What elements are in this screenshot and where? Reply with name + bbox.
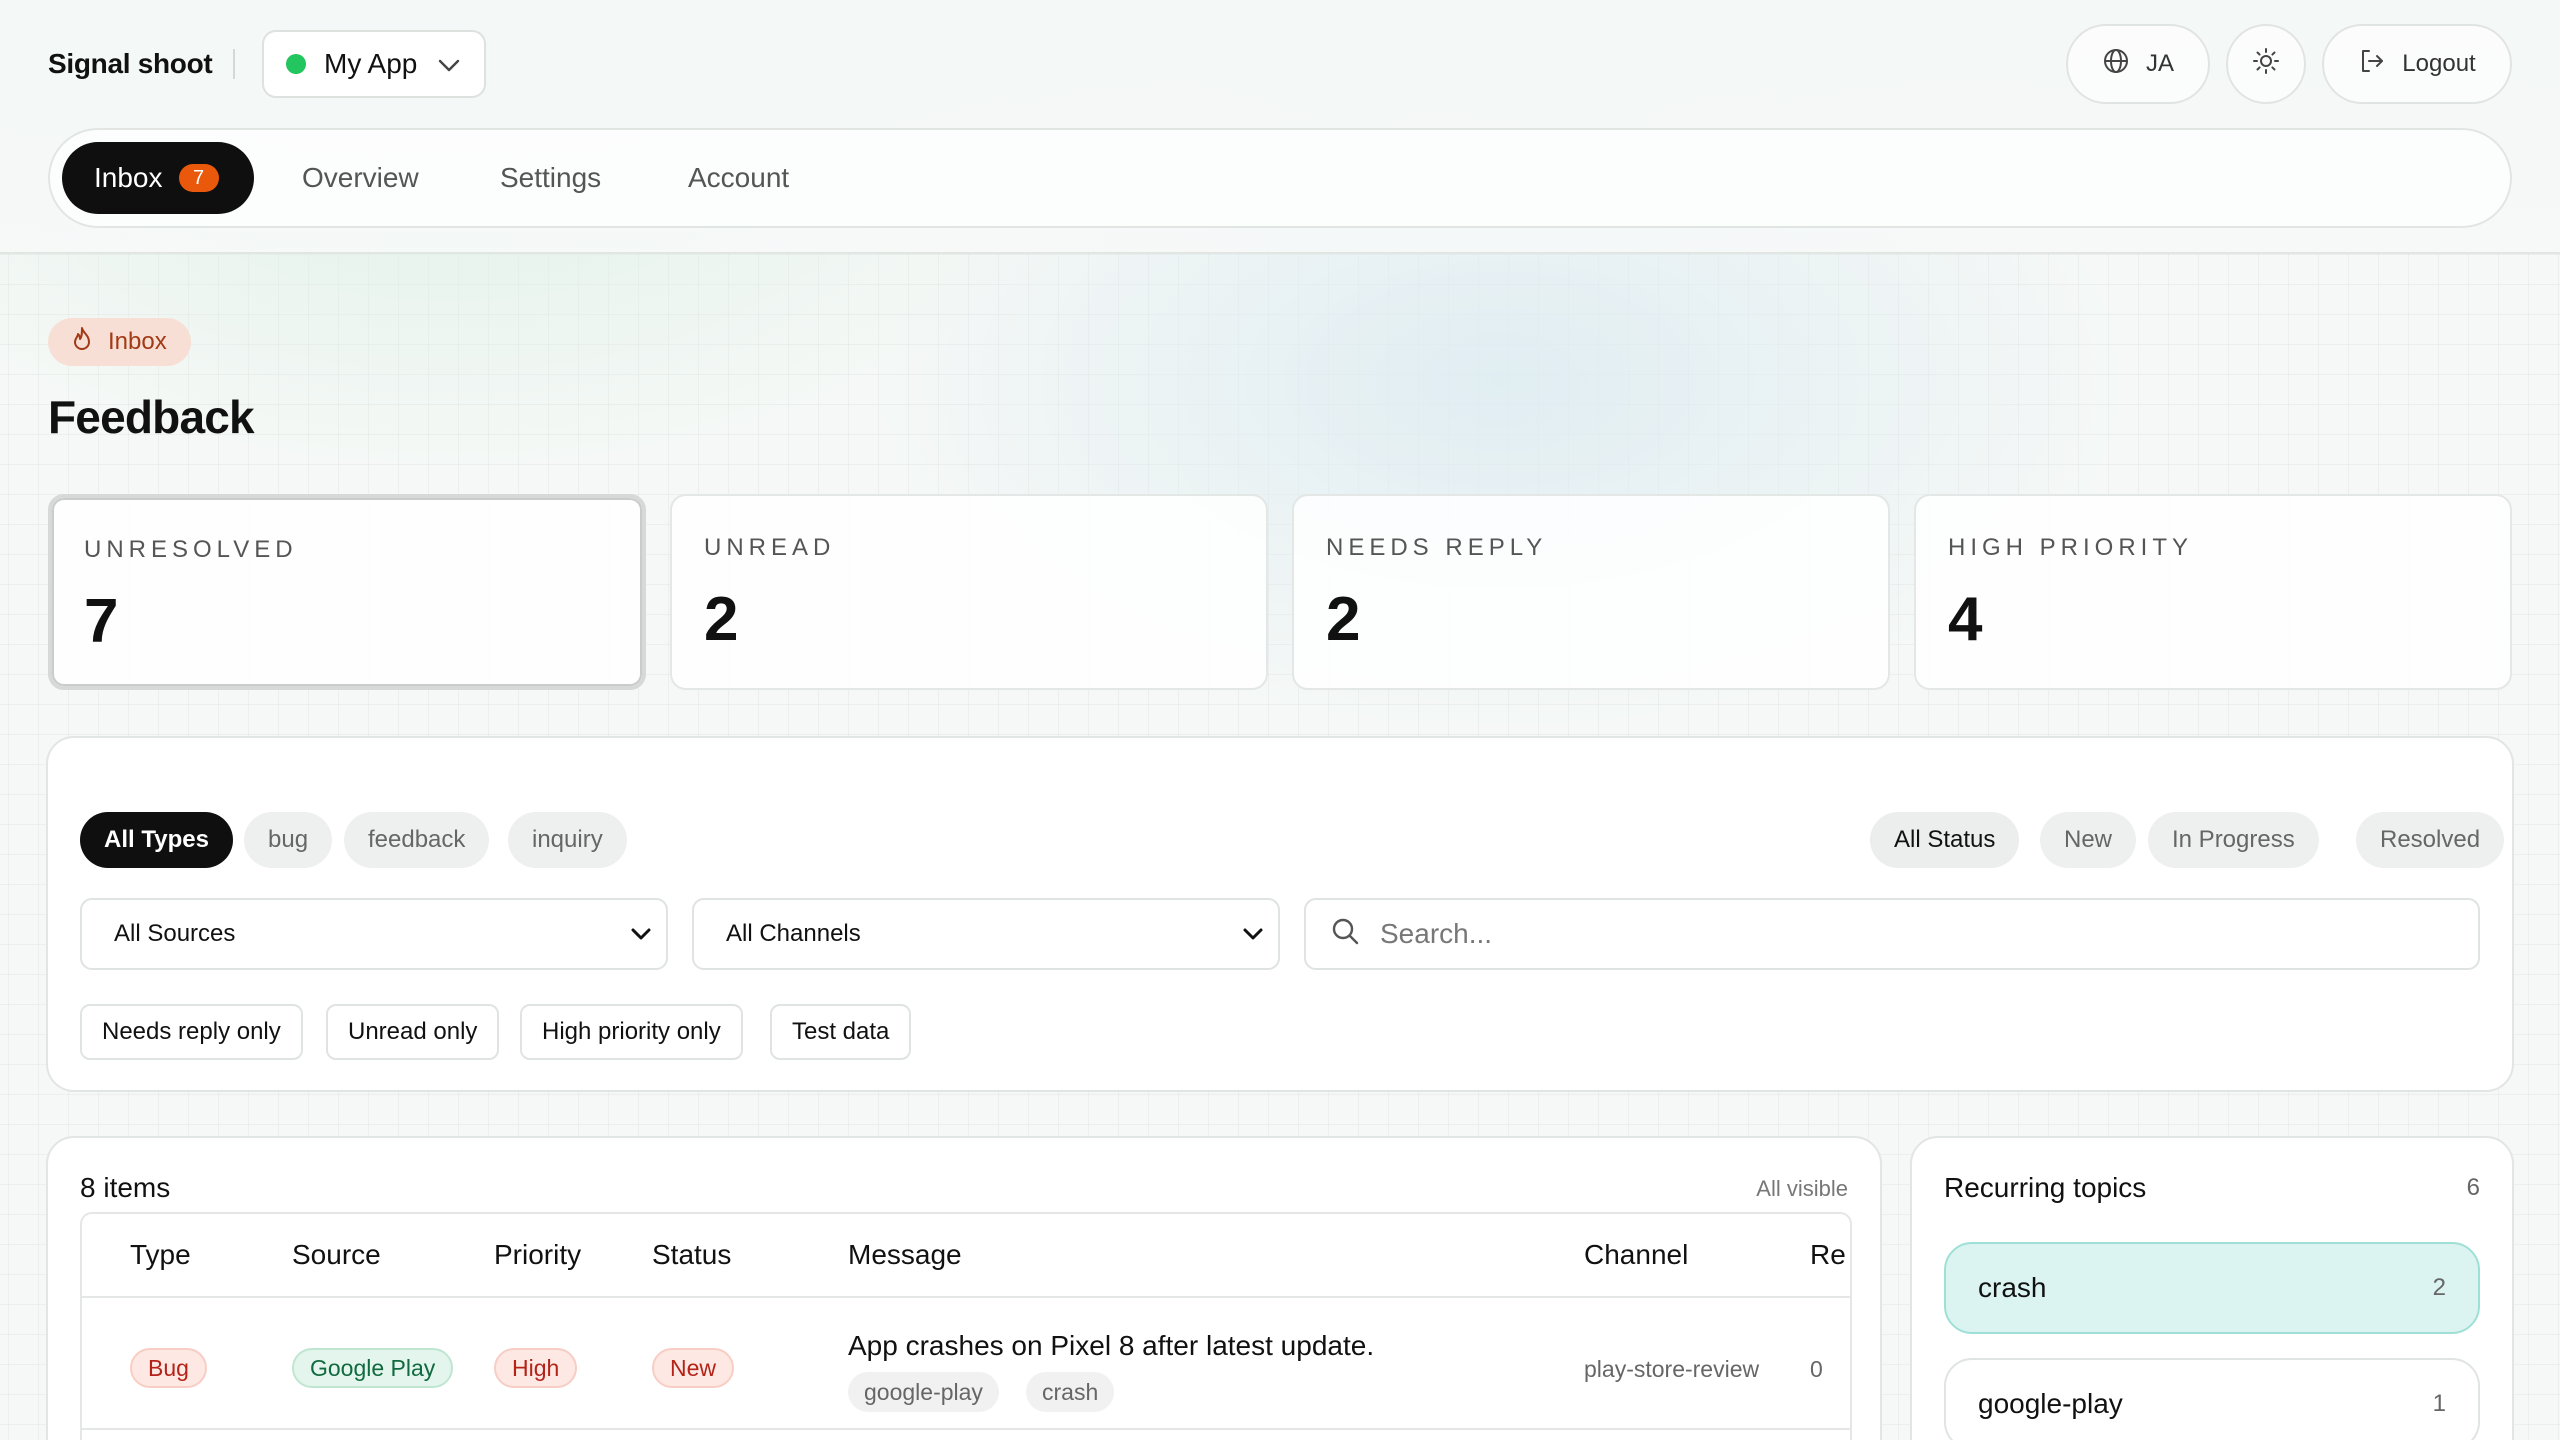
inbox-count-badge: 7 bbox=[178, 164, 219, 192]
column-header-message[interactable]: Message bbox=[848, 1214, 962, 1296]
toggle-needs-reply[interactable]: Needs reply only bbox=[80, 1004, 303, 1060]
stat-label: UNRESOLVED bbox=[84, 536, 298, 563]
chevron-down-icon bbox=[1242, 922, 1264, 953]
filter-panel: All Types bug feedback inquiry All Statu… bbox=[46, 736, 2514, 1092]
source-select[interactable]: All Sources bbox=[80, 898, 668, 970]
type-filter-all[interactable]: All Types bbox=[80, 812, 233, 868]
column-header-replies[interactable]: Re bbox=[1810, 1214, 1846, 1296]
message-tag: google-play bbox=[848, 1372, 999, 1412]
stat-card-unresolved[interactable]: UNRESOLVED 7 bbox=[48, 494, 646, 690]
topic-item-crash[interactable]: crash 2 bbox=[1944, 1242, 2480, 1334]
breadcrumb-label: Inbox bbox=[108, 328, 167, 355]
feedback-table: Type Source Priority Status Message Chan… bbox=[80, 1212, 1852, 1440]
app-selector-label: My App bbox=[324, 48, 418, 79]
tab-inbox[interactable]: Inbox 7 bbox=[62, 142, 254, 214]
topics-title: Recurring topics bbox=[1944, 1172, 2147, 1203]
search-placeholder: Search... bbox=[1380, 918, 1493, 949]
breadcrumb: Inbox bbox=[48, 318, 191, 366]
feedback-table-panel: 8 items All visible Type Source Priority… bbox=[46, 1136, 1882, 1440]
tab-account[interactable]: Account bbox=[688, 142, 789, 214]
main-tabs: Inbox 7 Overview Settings Account bbox=[48, 128, 2512, 228]
app-status-dot bbox=[286, 54, 306, 74]
source-badge: Google Play bbox=[292, 1348, 454, 1388]
topic-label: crash bbox=[1978, 1272, 2047, 1303]
stat-card-high-priority[interactable]: HIGH PRIORITY 4 bbox=[1914, 494, 2512, 690]
topic-count: 2 bbox=[2432, 1274, 2446, 1301]
type-badge: Bug bbox=[130, 1348, 207, 1388]
status-filter-in-progress[interactable]: In Progress bbox=[2148, 812, 2319, 868]
visibility-status: All visible bbox=[1756, 1176, 1848, 1201]
priority-badge: High bbox=[494, 1348, 578, 1388]
language-label: JA bbox=[2145, 50, 2174, 77]
tab-overview[interactable]: Overview bbox=[302, 142, 419, 214]
column-header-source[interactable]: Source bbox=[292, 1214, 381, 1296]
chevron-down-icon bbox=[630, 922, 652, 953]
status-badge: New bbox=[652, 1348, 735, 1388]
column-header-priority[interactable]: Priority bbox=[494, 1214, 581, 1296]
language-button[interactable]: JA bbox=[2066, 24, 2210, 104]
logout-button[interactable]: Logout bbox=[2322, 24, 2512, 104]
status-filter-resolved[interactable]: Resolved bbox=[2356, 812, 2505, 868]
recurring-topics-panel: Recurring topics 6 crash 2 google-play 1 bbox=[1910, 1136, 2514, 1440]
stat-value: 2 bbox=[1326, 585, 1361, 654]
status-filter-new[interactable]: New bbox=[2040, 812, 2137, 868]
toggle-high-priority[interactable]: High priority only bbox=[520, 1004, 743, 1060]
toggle-unread[interactable]: Unread only bbox=[326, 1004, 500, 1060]
logout-icon bbox=[2358, 47, 2386, 82]
column-header-status[interactable]: Status bbox=[652, 1214, 731, 1296]
message-text: App crashes on Pixel 8 after latest upda… bbox=[848, 1330, 1375, 1361]
app-selector[interactable]: My App bbox=[262, 30, 486, 98]
tab-settings[interactable]: Settings bbox=[500, 142, 601, 214]
channel-select-value: All Channels bbox=[726, 920, 861, 947]
items-count: 8 items bbox=[80, 1172, 171, 1203]
stat-card-needs-reply[interactable]: NEEDS REPLY 2 bbox=[1292, 494, 1890, 690]
topic-item-google-play[interactable]: google-play 1 bbox=[1944, 1358, 2480, 1440]
stat-value: 4 bbox=[1948, 585, 1983, 654]
type-filter-inquiry[interactable]: inquiry bbox=[508, 812, 627, 868]
source-select-value: All Sources bbox=[114, 920, 236, 947]
toggle-test-data[interactable]: Test data bbox=[770, 1004, 912, 1060]
search-icon bbox=[1330, 916, 1360, 953]
type-filter-bug[interactable]: bug bbox=[244, 812, 333, 868]
stat-label: UNREAD bbox=[704, 534, 836, 561]
stat-card-unread[interactable]: UNREAD 2 bbox=[670, 494, 1268, 690]
stat-label: HIGH PRIORITY bbox=[1948, 534, 2194, 561]
topic-label: google-play bbox=[1978, 1388, 2123, 1419]
logout-label: Logout bbox=[2402, 50, 2476, 77]
sun-icon bbox=[2252, 47, 2280, 82]
globe-icon bbox=[2102, 47, 2130, 82]
column-header-type[interactable]: Type bbox=[130, 1214, 191, 1296]
search-input[interactable]: Search... bbox=[1304, 898, 2480, 970]
stat-label: NEEDS REPLY bbox=[1326, 534, 1548, 561]
brand-divider bbox=[233, 49, 235, 79]
channel-select[interactable]: All Channels bbox=[692, 898, 1280, 970]
topic-count: 1 bbox=[2432, 1390, 2446, 1417]
column-header-channel[interactable]: Channel bbox=[1584, 1214, 1688, 1296]
status-filter-all[interactable]: All Status bbox=[1870, 812, 2020, 868]
flame-icon bbox=[70, 326, 94, 359]
table-header-divider bbox=[82, 1296, 1850, 1298]
topics-count: 6 bbox=[2466, 1174, 2480, 1201]
chevron-down-icon bbox=[438, 48, 460, 80]
type-filter-feedback[interactable]: feedback bbox=[344, 812, 490, 868]
stat-value: 2 bbox=[704, 585, 739, 654]
brand-name: Signal shoot bbox=[48, 48, 213, 79]
theme-toggle-button[interactable] bbox=[2226, 24, 2306, 104]
stat-value: 7 bbox=[84, 587, 119, 656]
tab-inbox-label: Inbox bbox=[94, 162, 163, 193]
table-row-divider bbox=[82, 1428, 1850, 1430]
top-header: Signal shoot My App JA Logout Inbox 7 Ov… bbox=[0, 0, 2560, 254]
replies-count: 0 bbox=[1810, 1356, 1823, 1382]
page-title: Feedback bbox=[48, 391, 255, 443]
message-tag: crash bbox=[1026, 1372, 1115, 1412]
channel-text: play-store-review bbox=[1584, 1356, 1760, 1382]
